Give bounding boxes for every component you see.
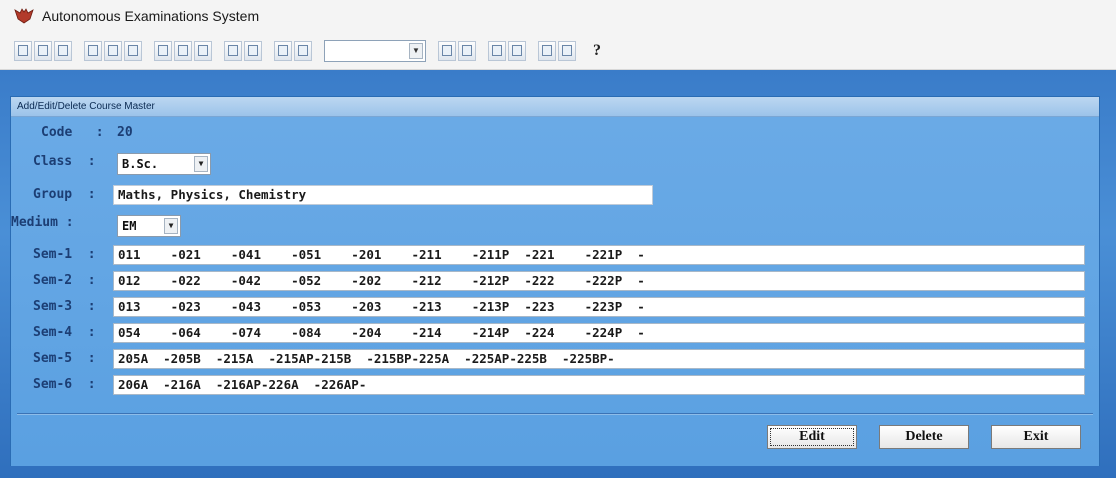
table-icon[interactable] (458, 40, 476, 61)
print-icon[interactable] (84, 40, 102, 61)
group-field[interactable]: Maths, Physics, Chemistry (113, 185, 653, 205)
sem-6-field[interactable]: 206A -216A -216AP-226A -226AP- (113, 375, 1085, 395)
chevron-down-icon[interactable]: ▼ (164, 218, 178, 234)
sem-4-field[interactable]: 054 -064 -074 -084 -204 -214 -214P -224 … (113, 323, 1085, 343)
medium-select[interactable]: EM ▼ (117, 215, 181, 237)
bat-logo-icon (14, 8, 34, 24)
class-select-value: B.Sc. (122, 157, 159, 171)
medium-select-value: EM (122, 219, 137, 233)
delete-button[interactable]: Delete (879, 425, 969, 449)
toolbar-group-print (84, 40, 144, 61)
toolbar-group-file (14, 40, 74, 61)
toolbar-group-edit (154, 40, 214, 61)
title-bar: Autonomous Examinations System (0, 0, 1116, 32)
sem-3-field[interactable]: 013 -023 -043 -053 -203 -213 -213P -223 … (113, 297, 1085, 317)
sem-1-label: Sem-1 : (33, 247, 96, 262)
dialog-title: Add/Edit/Delete Course Master (11, 97, 1099, 117)
toolbar-group-users (488, 40, 528, 61)
run-icon[interactable] (274, 40, 292, 61)
course-master-dialog: Add/Edit/Delete Course Master Code : 20 … (10, 96, 1100, 466)
sem-2-label: Sem-2 : (33, 273, 96, 288)
sem-4-label: Sem-4 : (33, 325, 96, 340)
chevron-down-icon[interactable]: ▼ (194, 156, 208, 172)
window-title: Autonomous Examinations System (42, 8, 260, 24)
chart-icon[interactable] (294, 40, 312, 61)
code-label: Code : (41, 125, 104, 140)
cut-icon[interactable] (154, 40, 172, 61)
group-label: Group : (33, 187, 96, 202)
spell-check-icon[interactable] (124, 40, 142, 61)
sem-5-label: Sem-5 : (33, 351, 96, 366)
sem-5-field[interactable]: 205A -205B -215A -215AP-215B -215BP-225A… (113, 349, 1085, 369)
toolbar-combo[interactable]: ▼ (324, 39, 426, 62)
dialog-separator (17, 413, 1093, 415)
grid-icon[interactable] (438, 40, 456, 61)
copy-icon[interactable] (174, 40, 192, 61)
sem-3-label: Sem-3 : (33, 299, 96, 314)
code-value: 20 (117, 125, 133, 140)
toolbar: ▼ ? (0, 32, 1116, 70)
sem-2-field[interactable]: 012 -022 -042 -052 -202 -212 -212P -222 … (113, 271, 1085, 291)
redo-icon[interactable] (244, 40, 262, 61)
toolbar-group-grid (438, 40, 478, 61)
toolbar-group-undo (224, 40, 264, 61)
toolbar-group-run (274, 40, 314, 61)
undo-icon[interactable] (224, 40, 242, 61)
save-icon[interactable] (54, 40, 72, 61)
document-icon[interactable] (558, 40, 576, 61)
exit-button[interactable]: Exit (991, 425, 1081, 449)
medium-label: Medium : (11, 215, 74, 230)
print-preview-icon[interactable] (104, 40, 122, 61)
chevron-down-icon[interactable]: ▼ (409, 42, 423, 59)
sem-6-label: Sem-6 : (33, 377, 96, 392)
new-file-icon[interactable] (14, 40, 32, 61)
dialog-body: Code : 20 Class : B.Sc. ▼ Group : Maths,… (11, 117, 1099, 466)
user-icon[interactable] (488, 40, 506, 61)
desktop-area: Add/Edit/Delete Course Master Code : 20 … (0, 70, 1116, 478)
users-icon[interactable] (508, 40, 526, 61)
help-icon[interactable]: ? (588, 40, 606, 62)
toolbar-group-reports (538, 40, 578, 61)
open-file-icon[interactable] (34, 40, 52, 61)
edit-button[interactable]: Edit (767, 425, 857, 449)
sem-1-field[interactable]: 011 -021 -041 -051 -201 -211 -211P -221 … (113, 245, 1085, 265)
app-window: Autonomous Examinations System ▼ ? Add/E… (0, 0, 1116, 478)
class-label: Class : (33, 154, 96, 169)
paste-icon[interactable] (194, 40, 212, 61)
class-select[interactable]: B.Sc. ▼ (117, 153, 211, 175)
report-icon[interactable] (538, 40, 556, 61)
